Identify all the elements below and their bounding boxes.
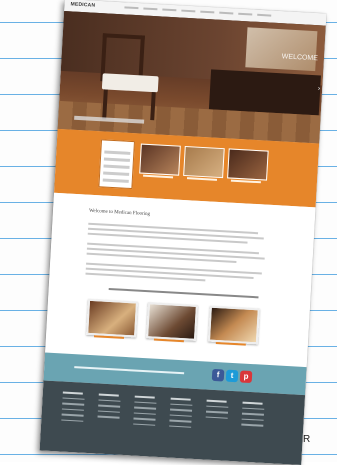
footer-column — [169, 397, 193, 432]
price-table-title — [102, 142, 134, 148]
content-section: Welcome to Medican Flooring — [45, 192, 316, 368]
hero-bed — [208, 69, 321, 116]
nav-item[interactable] — [200, 10, 215, 14]
tagline — [108, 287, 259, 299]
hero-banner: WELCOME › — [57, 11, 326, 145]
hero-window — [245, 27, 318, 72]
nav-item[interactable] — [257, 13, 272, 17]
gallery-caption[interactable] — [215, 342, 246, 346]
gallery-photo[interactable] — [86, 298, 139, 338]
feature-thumbnail[interactable] — [183, 145, 225, 179]
slider-next-icon[interactable]: › — [318, 85, 321, 92]
price-table-card — [98, 139, 135, 190]
footer-column — [241, 401, 265, 431]
welcome-heading: Welcome to Medican Flooring — [88, 208, 151, 218]
social-text — [74, 366, 185, 375]
paper-margin-letter: R — [303, 434, 311, 445]
nav-item[interactable] — [219, 11, 234, 15]
gallery-caption[interactable] — [153, 338, 184, 343]
price-table-row — [103, 164, 130, 169]
nav-item[interactable] — [181, 9, 196, 13]
feature-thumbnail[interactable] — [139, 143, 181, 176]
facebook-icon[interactable]: f — [211, 368, 225, 382]
price-table-row — [103, 157, 130, 162]
text-line — [87, 232, 248, 244]
price-table-row — [102, 178, 129, 183]
feature-thumbnail[interactable] — [227, 148, 269, 181]
twitter-icon[interactable]: t — [225, 369, 239, 383]
thumbnail-caption — [186, 177, 218, 181]
nav-item[interactable] — [143, 7, 158, 11]
footer-column — [133, 395, 157, 430]
website-screenshot: MEDICAN WELCOME › Welcome to Medican Flo… — [39, 0, 327, 465]
gallery-caption[interactable] — [93, 335, 125, 339]
gallery-photo[interactable] — [207, 305, 260, 345]
site-footer — [39, 380, 306, 465]
site-logo[interactable]: MEDICAN — [70, 1, 95, 8]
thumbnail-caption — [230, 179, 261, 184]
footer-column — [205, 399, 229, 423]
nav-item[interactable] — [238, 12, 253, 16]
nav-item[interactable] — [124, 6, 139, 10]
gallery-photo[interactable] — [146, 302, 198, 341]
footer-column — [97, 393, 121, 423]
price-table-row — [103, 171, 130, 176]
footer-column — [61, 391, 85, 426]
thumbnail-caption — [143, 174, 174, 179]
nav-item[interactable] — [162, 8, 177, 12]
hero-chair-seat — [101, 73, 159, 93]
price-table-row — [104, 150, 131, 155]
pinterest-icon[interactable]: p — [239, 370, 253, 384]
